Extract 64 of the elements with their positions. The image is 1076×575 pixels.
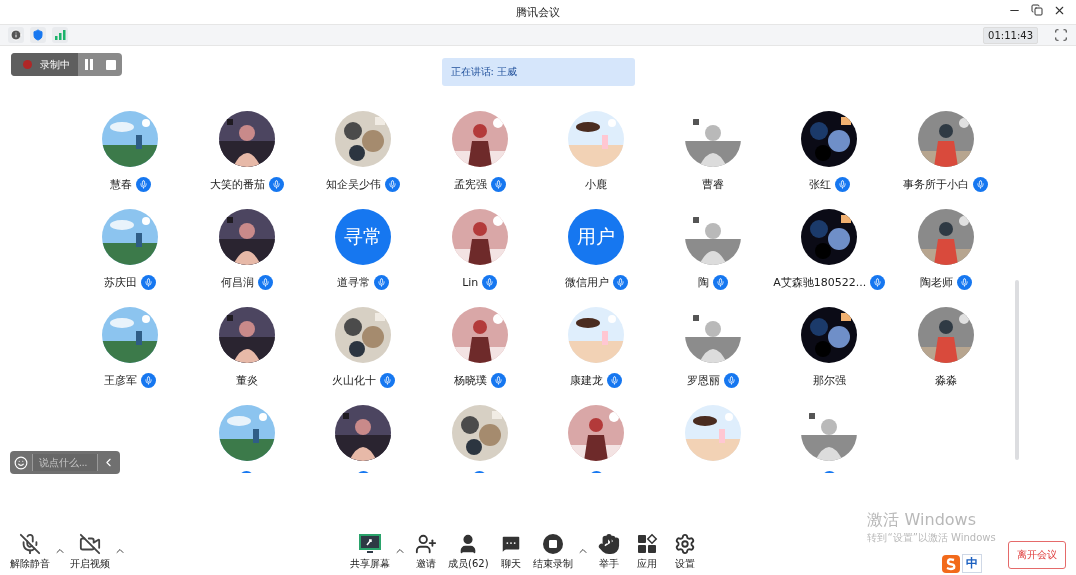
- toolbar-button[interactable]: 结束录制: [530, 533, 575, 571]
- chat-input[interactable]: 说点什么...: [32, 454, 98, 471]
- participant-name: 董炎: [235, 372, 258, 388]
- toolbar-button[interactable]: 共享屏幕: [348, 533, 392, 571]
- add-user-icon: [415, 533, 437, 555]
- emoji-icon[interactable]: [14, 455, 28, 470]
- toolbar-button[interactable]: 应用: [628, 533, 665, 571]
- avatar: 用户: [568, 209, 625, 265]
- toolbar-button[interactable]: 举手: [590, 533, 627, 571]
- participant-name: 张红: [808, 176, 831, 192]
- participant-name: 慧春: [109, 176, 132, 192]
- input-method-icon[interactable]: [942, 554, 960, 573]
- stop-icon: [541, 533, 564, 555]
- scrollbar[interactable]: [1015, 280, 1019, 460]
- toolbar-button[interactable]: 邀请: [408, 533, 444, 571]
- speaking-banner: 正在讲话: 王威: [441, 58, 635, 86]
- participant-name: 曹睿: [701, 176, 724, 192]
- participant-name: 王彦军: [104, 372, 138, 388]
- screen-share-icon: [359, 533, 381, 555]
- participant-name: 道寻常: [337, 274, 371, 290]
- participant-name: Lin: [462, 275, 479, 289]
- participant-name: 大笑的番茄: [209, 176, 265, 192]
- settings-icon: [673, 533, 696, 555]
- participant-name: 淼淼: [934, 372, 957, 388]
- toolbar-button[interactable]: 成员(62): [446, 533, 491, 571]
- participant-name: 何昌润: [220, 274, 254, 290]
- participant-name: 孟宪强: [453, 176, 487, 192]
- participant-name: 事务所于小白: [903, 176, 970, 192]
- participant-name: 苏庆田: [104, 274, 138, 290]
- participant-name: 知企吴少伟: [326, 176, 382, 192]
- participant-name: 那尔强: [812, 372, 846, 388]
- activation-title: 激活 Windows: [867, 510, 976, 531]
- stop-icon[interactable]: [106, 59, 116, 70]
- info-icon[interactable]: [8, 27, 24, 43]
- participant-name: A艾森驰180522...: [773, 274, 867, 290]
- participant-name: 康建龙: [570, 372, 604, 388]
- close-icon[interactable]: [1053, 4, 1066, 17]
- apps-icon: [635, 533, 658, 555]
- participant-name: 小鹿: [585, 176, 608, 192]
- toolbar-button[interactable]: 设置: [666, 533, 703, 571]
- hand-icon: [597, 533, 620, 555]
- muted-microphone-icon: [19, 533, 41, 555]
- input-mode[interactable]: 中: [962, 554, 982, 573]
- participant-name: 杨晓璞: [453, 372, 487, 388]
- avatar: 寻常: [335, 209, 392, 265]
- participant-name: 陶: [697, 274, 709, 290]
- participant-name: 罗恩丽: [686, 372, 720, 388]
- camera-off-icon: [79, 533, 101, 555]
- toolbar-button[interactable]: 聊天: [492, 533, 529, 571]
- restore-icon[interactable]: [1031, 4, 1043, 16]
- participant-name: 火山化十: [331, 372, 376, 388]
- window-title: 腾讯会议: [516, 4, 560, 20]
- participant-name: 微信用户: [564, 274, 609, 290]
- leave-meeting-button[interactable]: 离开会议: [1008, 541, 1066, 569]
- toolbar-button[interactable]: 开启视频: [68, 533, 112, 571]
- participant-name: 陶老师: [919, 274, 953, 290]
- toolbar-button[interactable]: 解除静音: [8, 533, 52, 571]
- shield-icon[interactable]: [30, 27, 46, 43]
- signal-icon[interactable]: [52, 27, 68, 43]
- chat-icon: [499, 533, 522, 555]
- pause-icon[interactable]: [84, 59, 94, 70]
- recording-status: 录制中: [11, 53, 78, 76]
- fullscreen-icon[interactable]: [1054, 28, 1068, 42]
- meeting-timer: 01:11:43: [983, 26, 1038, 44]
